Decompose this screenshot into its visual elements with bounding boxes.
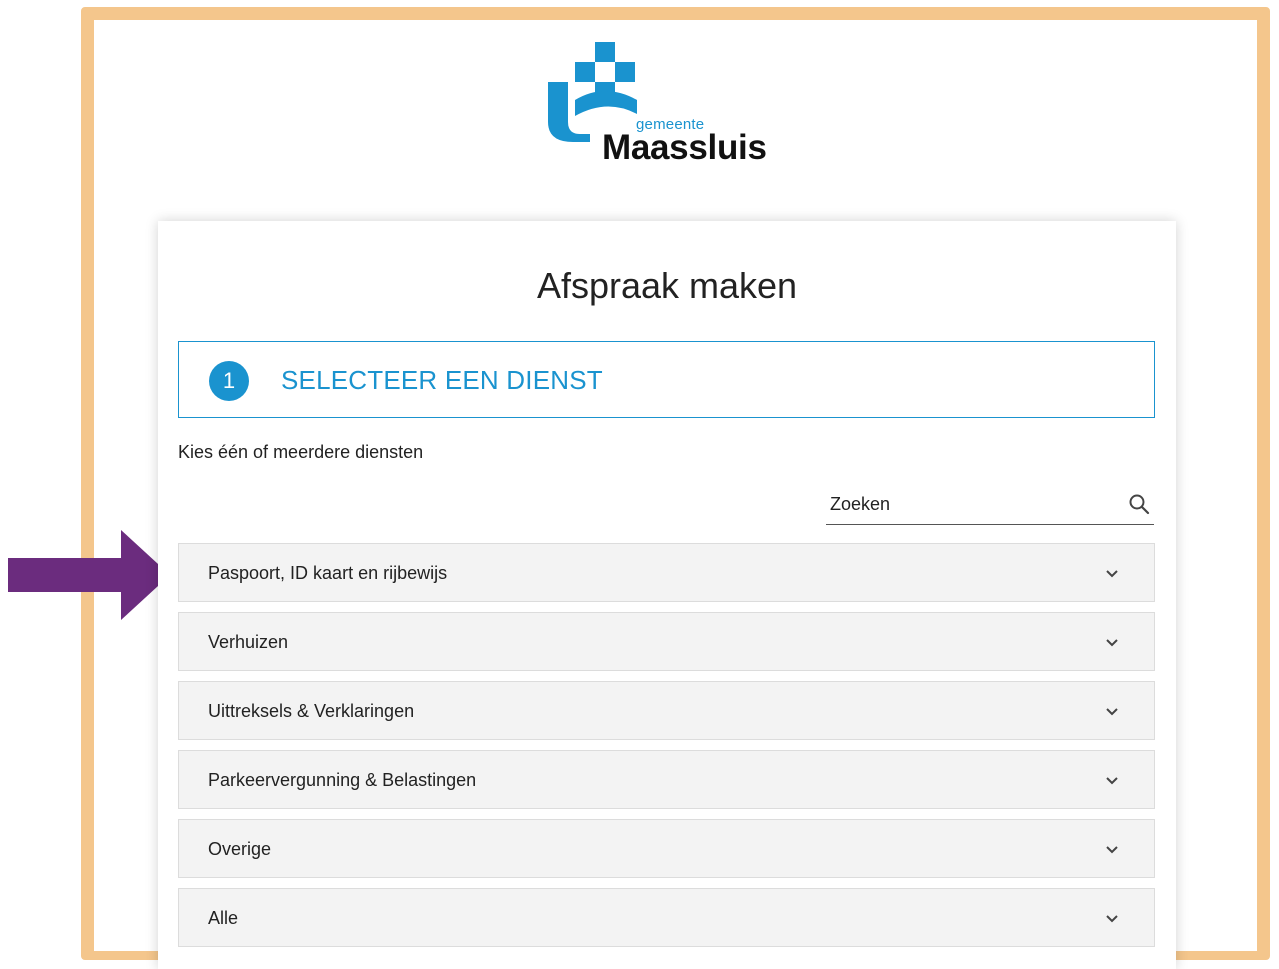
accordion-label: Overige: [208, 839, 272, 859]
accordion-passport-id[interactable]: Paspoort, ID kaart en rijbewijs: [178, 543, 1155, 602]
chevron-down-icon[interactable]: [1104, 911, 1120, 927]
accordion-moving[interactable]: Verhuizen: [178, 612, 1155, 671]
accordion-label: Alle: [208, 908, 239, 928]
chevron-down-icon[interactable]: [1104, 842, 1120, 858]
accordion-extracts[interactable]: Uittreksels & Verklaringen: [178, 681, 1155, 740]
search-icon[interactable]: [1128, 493, 1150, 515]
search-field[interactable]: [826, 487, 1154, 525]
arrow-right-icon: [8, 530, 170, 620]
accordion-label: Uittreksels & Verklaringen: [208, 701, 415, 721]
service-hint: Kies één of meerdere diensten: [178, 442, 424, 462]
chevron-down-icon[interactable]: [1104, 704, 1120, 720]
page-title: Afspraak maken: [536, 265, 798, 306]
step-title: SELECTEER EEN DIENST: [281, 365, 603, 395]
chevron-down-icon[interactable]: [1104, 773, 1120, 789]
municipality-logo[interactable]: gemeente Maassluis: [545, 42, 790, 172]
appointment-card: Afspraak maken 1 SELECTEER EEN DIENST Ki…: [158, 221, 1176, 969]
accordion-label: Verhuizen: [208, 632, 289, 652]
chevron-down-icon[interactable]: [1104, 566, 1120, 582]
chevron-down-icon[interactable]: [1104, 635, 1120, 651]
step-header: 1 SELECTEER EEN DIENST: [178, 341, 1155, 418]
accordion-label: Paspoort, ID kaart en rijbewijs: [208, 563, 448, 583]
step-number-badge: 1: [209, 361, 249, 401]
search-input[interactable]: [826, 487, 1124, 521]
accordion-other[interactable]: Overige: [178, 819, 1155, 878]
logo-name: Maassluis: [602, 128, 767, 167]
accordion-all[interactable]: Alle: [178, 888, 1155, 947]
accordion-label: Parkeervergunning & Belastingen: [208, 770, 477, 790]
accordion-parking-taxes[interactable]: Parkeervergunning & Belastingen: [178, 750, 1155, 809]
